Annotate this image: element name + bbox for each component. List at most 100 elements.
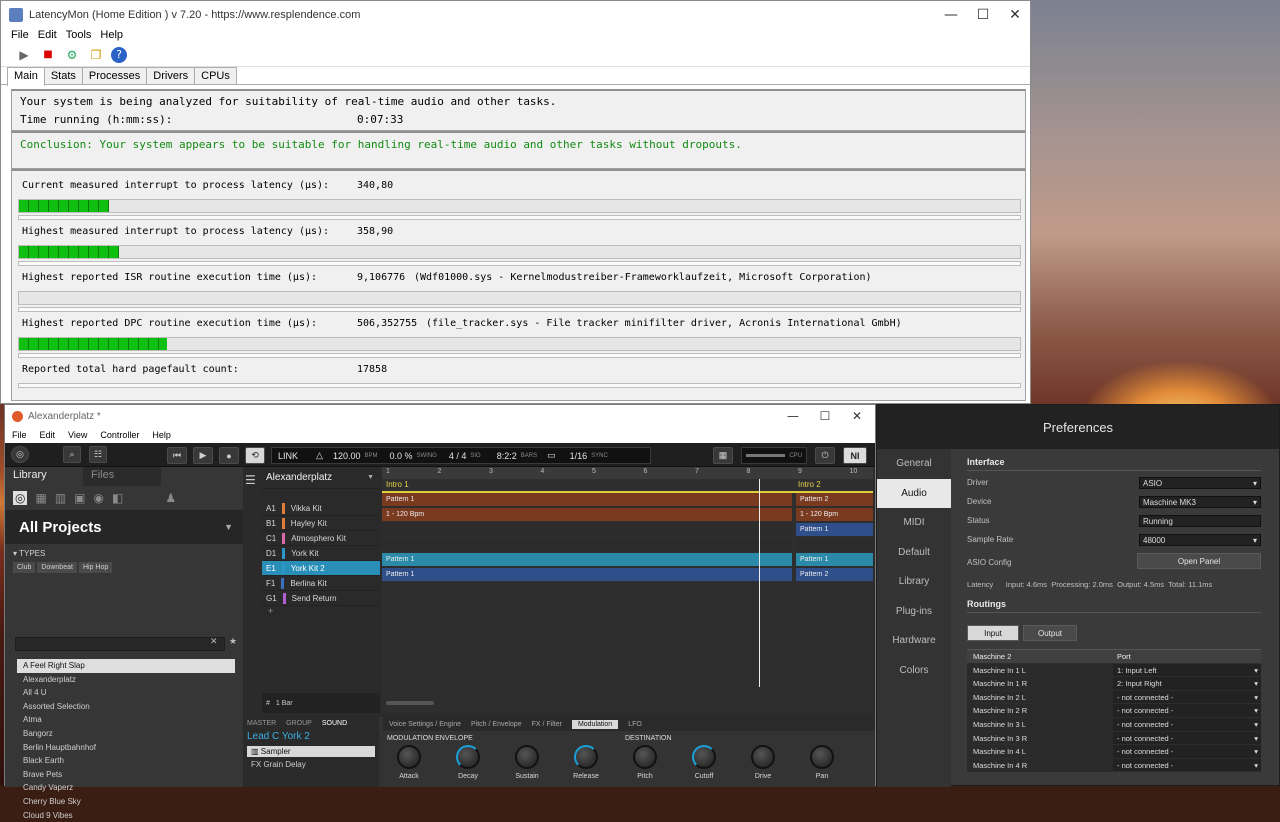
swing-value[interactable]: 0.0 % (389, 451, 412, 461)
routing-port-dropdown[interactable]: - not connected - ▾ (1113, 745, 1261, 758)
quantize-value[interactable]: 1/16 (570, 451, 588, 461)
sound-filter-icon[interactable]: ▥ (55, 491, 66, 505)
nav-default[interactable]: Default (877, 538, 951, 568)
routing-port-dropdown[interactable]: - not connected - ▾ (1113, 717, 1261, 731)
nav-hardware[interactable]: Hardware (877, 626, 951, 656)
list-item[interactable]: Atma (17, 713, 235, 727)
list-item[interactable]: A Feel Right Slap (17, 659, 235, 673)
nav-general[interactable]: General (877, 449, 951, 479)
tab-main[interactable]: Main (7, 67, 45, 86)
user-icon[interactable]: ♟ (165, 491, 176, 505)
list-item[interactable]: Berlin Hauptbahnhof (17, 741, 235, 755)
tab-group[interactable]: GROUP (286, 720, 312, 727)
follow-icon[interactable]: ▭ (547, 450, 556, 461)
output-button[interactable]: Output (1023, 625, 1077, 641)
type-chip-club[interactable]: Club (13, 562, 36, 573)
favorite-star-icon[interactable]: ★ (229, 637, 237, 647)
pattern-clip[interactable]: Pattern 2 (796, 568, 873, 581)
windows-icon[interactable]: ❐ (87, 46, 105, 64)
group-row[interactable]: A1 Vikka Kit (262, 501, 380, 516)
knob-drive[interactable] (751, 745, 775, 769)
latencymon-titlebar[interactable]: LatencyMon (Home Edition ) v 7.20 - http… (1, 1, 1030, 29)
group-row[interactable]: D1 York Kit (262, 546, 380, 561)
routing-port-dropdown[interactable]: - not connected - ▾ (1113, 731, 1261, 745)
maschine-titlebar[interactable]: Alexanderplatz * (5, 405, 875, 427)
table-row[interactable]: Maschine In 1 L 1: Input Left ▾ (967, 663, 1261, 678)
tab-master[interactable]: MASTER (247, 720, 276, 727)
knob-pan[interactable] (810, 745, 834, 769)
bars-value[interactable]: 8:2:2 (497, 451, 517, 461)
metronome-icon[interactable]: △ (316, 450, 323, 461)
nav-library[interactable]: Library (877, 567, 951, 597)
menu-file[interactable]: File (11, 29, 29, 43)
knob-sustain[interactable] (515, 745, 539, 769)
tab-voice-settings[interactable]: Voice Settings / Engine (389, 721, 461, 728)
maximize-icon[interactable]: ☐ (967, 1, 999, 29)
routing-port-dropdown[interactable]: - not connected - ▾ (1113, 690, 1261, 704)
tab-lfo[interactable]: LFO (628, 721, 642, 728)
table-row[interactable]: Maschine In 2 R - not connected - ▾ (967, 704, 1261, 718)
driver-dropdown[interactable]: ASIO ▾ (1139, 477, 1261, 489)
chevron-down-icon[interactable]: ▼ (224, 522, 233, 532)
minimize-icon[interactable]: — (935, 1, 967, 29)
list-item[interactable]: Bangorz (17, 727, 235, 741)
nav-audio[interactable]: Audio (877, 478, 951, 508)
tab-modulation[interactable]: Modulation (571, 719, 619, 729)
pattern-clip[interactable]: 1 - 120 Bpm (796, 508, 873, 521)
type-chip-downbeat[interactable]: Downbeat (37, 562, 77, 573)
table-row[interactable]: Maschine In 1 R 2: Input Right ▾ (967, 677, 1261, 691)
menu-view[interactable]: View (68, 430, 87, 440)
close-icon[interactable]: ✕ (841, 407, 873, 425)
pattern-clip[interactable]: Pattern 1 (796, 553, 873, 566)
knob-cutoff[interactable] (692, 745, 716, 769)
pattern-clip[interactable]: Pattern 1 (382, 553, 792, 566)
network-icon[interactable]: ⚙ (63, 46, 81, 64)
tab-cpus[interactable]: CPUs (194, 67, 237, 84)
sample-rate-dropdown[interactable]: 48000 ▾ (1139, 534, 1261, 546)
list-item[interactable]: Brave Pets (17, 768, 235, 782)
calculator-icon[interactable]: ▦ (713, 447, 733, 464)
stop-icon[interactable]: ■ (39, 46, 57, 64)
loop-icon[interactable]: ⟲ (245, 447, 265, 464)
pattern-clip[interactable] (796, 538, 873, 551)
table-row[interactable]: Maschine In 4 R - not connected - ▾ (967, 758, 1261, 773)
menu-file[interactable]: File (12, 430, 27, 440)
tab-pitch-envelope[interactable]: Pitch / Envelope (471, 721, 522, 728)
group-row[interactable]: G1 Send Return (262, 591, 380, 606)
project-filter-icon[interactable]: ◎ (13, 491, 28, 505)
list-item[interactable]: Black Earth (17, 754, 235, 768)
group-row[interactable]: C1 Atmosphero Kit (262, 531, 380, 546)
tab-stats[interactable]: Stats (43, 67, 83, 84)
power-icon[interactable]: ⏻ (815, 447, 835, 464)
table-row[interactable]: Maschine In 2 L - not connected - ▾ (967, 690, 1261, 705)
loop-filter-icon[interactable]: ◉ (94, 491, 104, 505)
menu-tools[interactable]: Tools (66, 29, 92, 43)
signature-value[interactable]: 4 / 4 (449, 451, 467, 461)
pattern-clip[interactable] (382, 523, 792, 536)
plugin-slot-grain-delay[interactable]: FX Grain Delay (247, 759, 375, 770)
instrument-filter-icon[interactable]: ◧ (112, 491, 123, 505)
routing-port-dropdown[interactable]: - not connected - ▾ (1113, 704, 1261, 717)
nav-colors[interactable]: Colors (877, 656, 951, 686)
routing-port-dropdown[interactable]: - not connected - ▾ (1113, 758, 1261, 772)
pattern-clip[interactable]: Pattern 2 (796, 493, 873, 506)
open-panel-button[interactable]: Open Panel (1137, 553, 1261, 569)
pattern-clip[interactable]: Pattern 1 (382, 568, 792, 581)
menu-help[interactable]: Help (100, 29, 123, 43)
bar-length[interactable]: #1 Bar (262, 693, 380, 713)
type-chip-hiphop[interactable]: Hip Hop (78, 562, 113, 573)
play-icon[interactable]: ▶ (15, 46, 33, 64)
routing-port-dropdown[interactable]: 1: Input Left ▾ (1113, 663, 1261, 677)
record-icon[interactable]: ● (219, 447, 239, 464)
pattern-clip[interactable]: Pattern 1 (796, 523, 873, 536)
pattern-clip[interactable]: 1 - 120 Bpm (382, 508, 792, 521)
fx-filter-icon[interactable]: ▣ (74, 491, 85, 505)
plugin-slot-sampler[interactable]: ▥ Sampler (247, 746, 375, 757)
group-row[interactable]: F1 Berlina Kit (262, 576, 380, 591)
link-label[interactable]: LINK (278, 451, 298, 461)
ni-logo[interactable]: NI (843, 447, 867, 464)
help-icon[interactable]: ? (111, 46, 127, 63)
list-item[interactable]: Assorted Selection (17, 700, 235, 714)
table-row[interactable]: Maschine In 3 R - not connected - ▾ (967, 731, 1261, 746)
scene-label[interactable]: Intro 1 (386, 480, 409, 489)
